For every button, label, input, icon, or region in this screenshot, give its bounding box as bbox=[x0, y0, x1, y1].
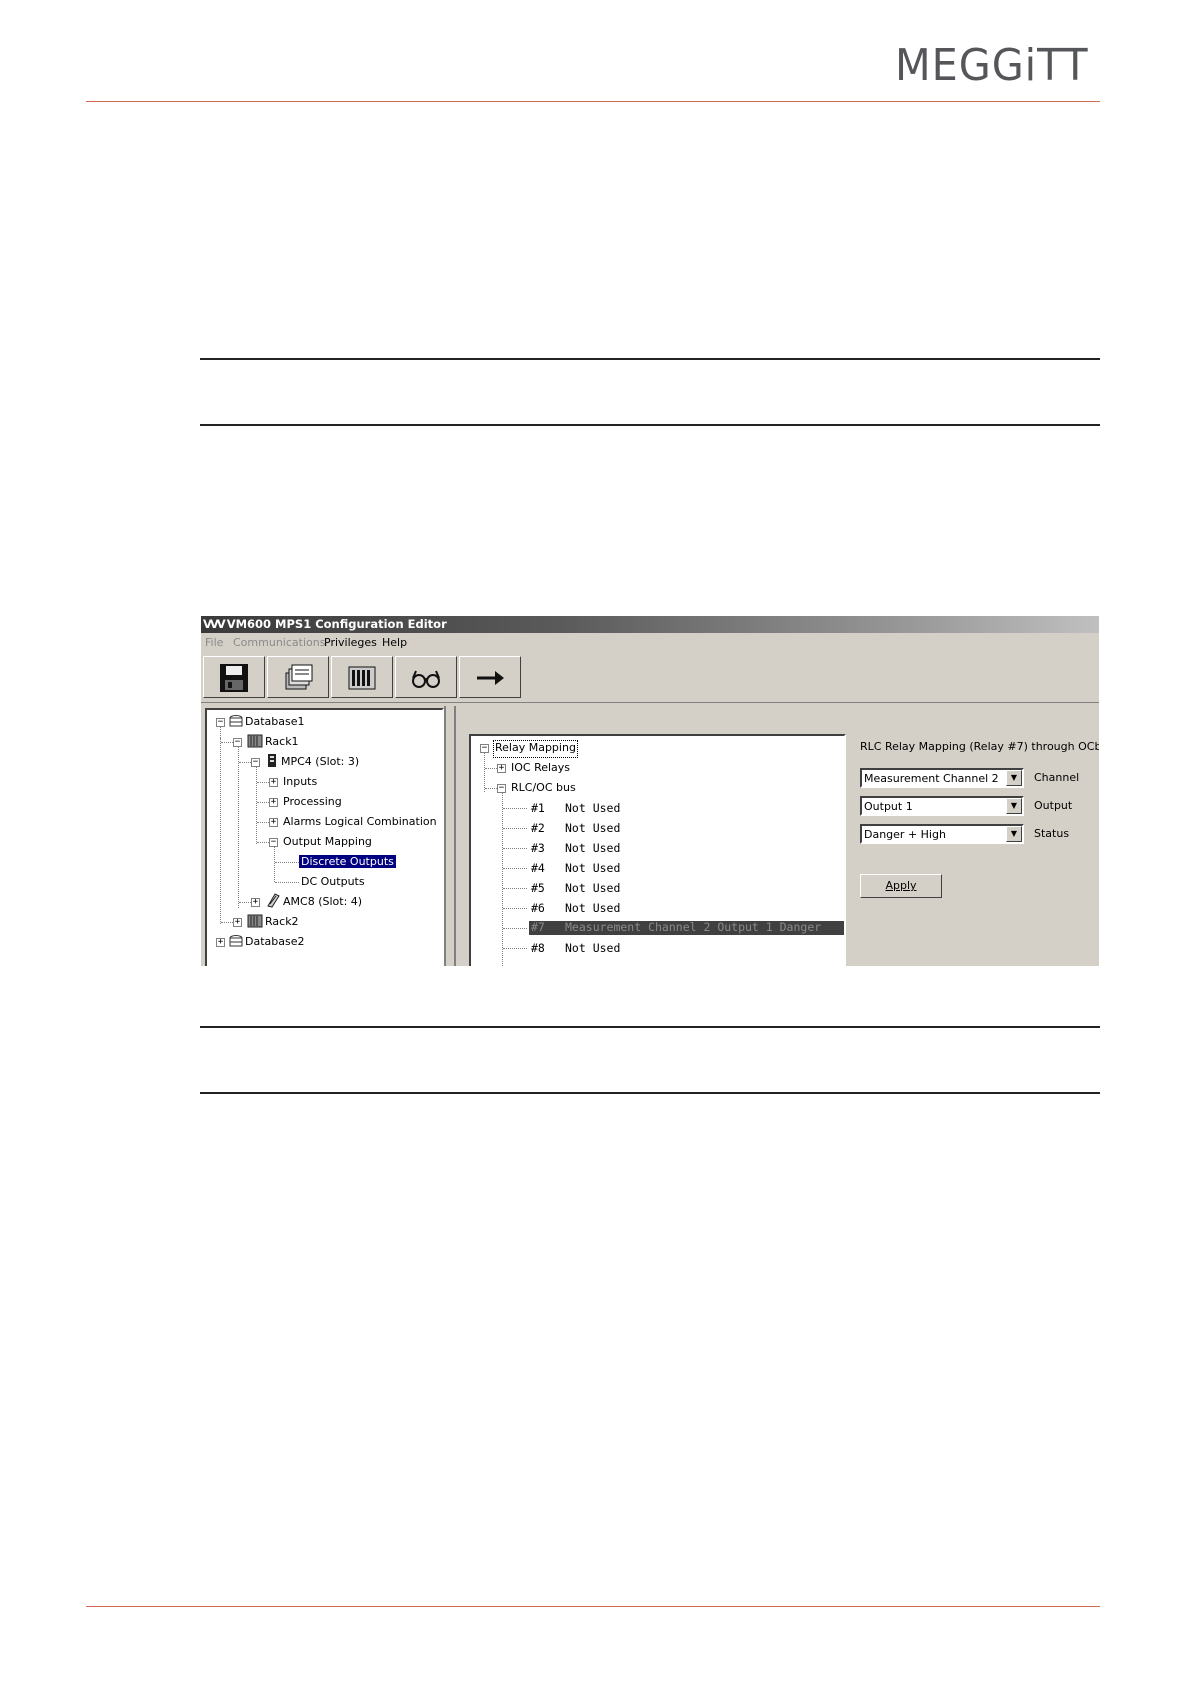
tree-item-output-mapping[interactable]: Output Mapping bbox=[283, 834, 372, 850]
database-icon bbox=[229, 715, 243, 727]
save-icon bbox=[220, 664, 248, 692]
relay-row[interactable]: #5 Not Used bbox=[471, 880, 844, 896]
meggitt-logo: MEGGiTT bbox=[895, 44, 1088, 88]
relay-row[interactable]: #3 Not Used bbox=[471, 840, 844, 856]
relay-mapping-tree[interactable]: − Relay Mapping + IOC Relays − RLC/OC bu… bbox=[469, 734, 846, 966]
rack-icon bbox=[247, 914, 263, 928]
tree-item-alarms-logical-combination[interactable]: Alarms Logical Combination bbox=[283, 814, 437, 830]
pane-splitter[interactable] bbox=[444, 706, 454, 966]
menu-communications[interactable]: Communications bbox=[233, 633, 325, 653]
chevron-down-icon[interactable]: ▼ bbox=[1006, 826, 1022, 842]
database-icon bbox=[229, 935, 243, 947]
status-select[interactable]: Danger + High ▼ bbox=[860, 824, 1024, 844]
toolbar-separator bbox=[201, 702, 1099, 703]
configuration-editor-screenshot: VVV VM600 MPS1 Configuration Editor File … bbox=[201, 616, 1099, 966]
tree-item-rack1[interactable]: Rack1 bbox=[265, 734, 299, 750]
relay-row[interactable]: #6 Not Used bbox=[471, 900, 844, 916]
tree-item-dc-outputs[interactable]: DC Outputs bbox=[301, 874, 365, 890]
tree-item-rlc-oc-bus[interactable]: RLC/OC bus bbox=[511, 780, 576, 796]
app-icon: VVV bbox=[203, 617, 226, 631]
cards-icon bbox=[285, 664, 313, 690]
rack-icon bbox=[247, 734, 263, 748]
divider-top-2 bbox=[200, 424, 1100, 426]
menu-bar: File Communications Privileges Help bbox=[201, 633, 1099, 653]
cards-button[interactable] bbox=[267, 656, 329, 698]
glasses-icon bbox=[412, 670, 440, 688]
chevron-down-icon[interactable]: ▼ bbox=[1006, 798, 1022, 814]
relay-mapping-heading: RLC Relay Mapping (Relay #7) through OCb… bbox=[860, 740, 1099, 753]
rack-button[interactable] bbox=[331, 656, 393, 698]
tree-item-rack2[interactable]: Rack2 bbox=[265, 914, 299, 930]
tree-item-ioc-relays[interactable]: IOC Relays bbox=[511, 760, 570, 776]
expand-toggle-icon[interactable]: + bbox=[497, 764, 506, 773]
expand-toggle-icon[interactable]: + bbox=[251, 898, 260, 907]
expand-toggle-icon[interactable]: + bbox=[216, 938, 225, 947]
configuration-tree[interactable]: − Database1 − Rack1 − MPC4 (Slot: 3) + I… bbox=[205, 708, 444, 966]
expand-toggle-icon[interactable]: + bbox=[269, 798, 278, 807]
apply-button[interactable]: Apply bbox=[860, 874, 942, 898]
menu-help[interactable]: Help bbox=[382, 633, 407, 653]
expand-toggle-icon[interactable]: − bbox=[497, 784, 506, 793]
expand-toggle-icon[interactable]: − bbox=[269, 838, 278, 847]
save-button[interactable] bbox=[203, 656, 265, 698]
tree-item-amc8[interactable]: AMC8 (Slot: 4) bbox=[283, 894, 362, 910]
menu-file[interactable]: File bbox=[205, 633, 223, 653]
relay-row[interactable]: #2 Not Used bbox=[471, 820, 844, 836]
expand-toggle-icon[interactable]: − bbox=[233, 738, 242, 747]
tree-item-relay-mapping[interactable]: Relay Mapping bbox=[493, 740, 578, 758]
go-button[interactable] bbox=[459, 656, 521, 698]
output-label: Output bbox=[1034, 799, 1073, 812]
tree-item-discrete-outputs[interactable]: Discrete Outputs bbox=[299, 854, 396, 870]
relay-row[interactable]: #4 Not Used bbox=[471, 860, 844, 876]
module-card-icon bbox=[268, 754, 276, 767]
expand-toggle-icon[interactable]: + bbox=[269, 818, 278, 827]
tree-item-processing[interactable]: Processing bbox=[283, 794, 342, 810]
relay-row[interactable]: #1 Not Used bbox=[471, 800, 844, 816]
expand-toggle-icon[interactable]: − bbox=[251, 758, 260, 767]
module-card-icon bbox=[267, 893, 280, 908]
view-button[interactable] bbox=[395, 656, 457, 698]
menu-privileges[interactable]: Privileges bbox=[324, 633, 377, 653]
arrow-right-icon bbox=[477, 671, 504, 685]
channel-select[interactable]: Measurement Channel 2 ▼ bbox=[860, 768, 1024, 788]
status-label: Status bbox=[1034, 827, 1070, 840]
divider-bottom-1 bbox=[200, 1026, 1100, 1028]
tree-item-mpc4[interactable]: MPC4 (Slot: 3) bbox=[281, 754, 359, 770]
expand-toggle-icon[interactable]: − bbox=[216, 718, 225, 727]
channel-label: Channel bbox=[1034, 771, 1080, 784]
divider-top-1 bbox=[200, 358, 1100, 360]
divider-bottom-2 bbox=[200, 1092, 1100, 1094]
output-select[interactable]: Output 1 ▼ bbox=[860, 796, 1024, 816]
expand-toggle-icon[interactable]: + bbox=[269, 778, 278, 787]
expand-toggle-icon[interactable]: + bbox=[233, 918, 242, 927]
relay-row-selected[interactable]: #7 Measurement Channel 2 Output 1 Danger bbox=[529, 920, 844, 935]
window-titlebar: VVV VM600 MPS1 Configuration Editor bbox=[201, 616, 1099, 633]
header-rule bbox=[86, 101, 1100, 102]
chevron-down-icon[interactable]: ▼ bbox=[1006, 770, 1022, 786]
expand-toggle-icon[interactable]: − bbox=[480, 744, 489, 753]
footer-rule bbox=[86, 1606, 1100, 1607]
rack-icon bbox=[348, 666, 376, 690]
tree-item-database2[interactable]: Database2 bbox=[245, 934, 305, 950]
tree-item-inputs[interactable]: Inputs bbox=[283, 774, 317, 790]
tree-item-database1[interactable]: Database1 bbox=[245, 714, 305, 730]
window-title: VM600 MPS1 Configuration Editor bbox=[226, 617, 447, 631]
relay-row[interactable]: #8 Not Used bbox=[471, 940, 844, 956]
